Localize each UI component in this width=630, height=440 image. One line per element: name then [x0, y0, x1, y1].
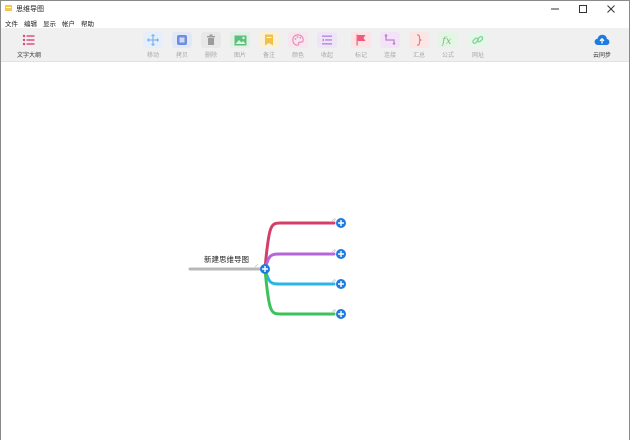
- outline-icon-wrap: [19, 32, 39, 48]
- move-icon: [147, 34, 159, 46]
- tool-collapse-label: 收起: [320, 52, 333, 59]
- close-icon: [607, 5, 615, 13]
- branch-handle-3: [330, 278, 336, 284]
- maximize-icon: [579, 5, 587, 13]
- image-icon: [234, 35, 246, 45]
- menu-bar: 文件 编辑 显示 帐户 帮助: [1, 17, 629, 28]
- minimize-button[interactable]: [541, 1, 569, 17]
- app-icon: [5, 5, 12, 11]
- cloud-sync-button[interactable]: 云同步: [589, 32, 615, 61]
- menu-file[interactable]: 文件: [5, 18, 18, 28]
- tool-image-label: 图片: [233, 52, 246, 59]
- list-icon: [22, 34, 35, 46]
- tool-image[interactable]: 图片: [227, 32, 253, 61]
- tool-delete-label: 删除: [204, 52, 217, 59]
- trash-icon: [207, 34, 215, 45]
- tool-note[interactable]: 备注: [256, 32, 282, 61]
- formula-icon: fx: [441, 36, 452, 46]
- tool-delete[interactable]: 删除: [198, 32, 224, 61]
- tool-summary[interactable]: 汇总: [406, 32, 432, 61]
- mindmap-canvas[interactable]: 新建思维导图: [1, 62, 629, 440]
- tool-color-label: 颜色: [291, 52, 304, 59]
- cloud-sync-label: 云同步: [592, 52, 611, 59]
- tool-formula[interactable]: fx 公式: [435, 32, 461, 61]
- menu-help[interactable]: 帮助: [81, 18, 94, 28]
- tool-mark[interactable]: 标记: [348, 32, 374, 61]
- branch-line-4: [263, 267, 336, 316]
- toolbar: 文字大纲 移动 拷贝 删除 图片 备注 颜色 收起 标记 连接 汇总 fx 公式…: [1, 28, 629, 62]
- tool-connect-label: 连接: [383, 52, 396, 59]
- root-expand-button[interactable]: [260, 264, 270, 274]
- menu-view[interactable]: 显示: [43, 18, 56, 28]
- brace-icon: [416, 34, 422, 46]
- collapse-icon: [322, 35, 332, 45]
- branch-handle-1: [330, 217, 336, 223]
- tool-note-label: 备注: [262, 52, 275, 59]
- root-handle: [254, 263, 259, 268]
- connect-icon: [384, 34, 396, 46]
- tool-url[interactable]: 网址: [465, 32, 491, 61]
- tool-url-label: 网址: [471, 52, 484, 59]
- maximize-button[interactable]: [569, 1, 597, 17]
- branch-line-3: [263, 267, 336, 286]
- copy-icon: [177, 35, 187, 45]
- tool-color[interactable]: 颜色: [285, 32, 311, 61]
- flag-icon: [356, 34, 366, 46]
- tool-connect[interactable]: 连接: [377, 32, 403, 61]
- tool-mark-label: 标记: [354, 52, 367, 59]
- branch-line-2: [263, 252, 336, 271]
- svg-text:fx: fx: [441, 36, 452, 46]
- outline-label: 文字大纲: [16, 52, 41, 59]
- tool-collapse[interactable]: 收起: [314, 32, 340, 61]
- tool-copy-label: 拷贝: [175, 52, 188, 59]
- branch-handle-4: [330, 308, 336, 314]
- outline-button[interactable]: 文字大纲: [16, 32, 42, 61]
- menu-account[interactable]: 帐户: [62, 18, 75, 28]
- title-bar: 思维导图: [1, 1, 629, 17]
- minimize-icon: [551, 8, 559, 10]
- cloud-upload-icon: [594, 34, 610, 45]
- app-window: 思维导图 文件 编辑 显示 帐户 帮助 文字大纲 移动 拷贝 删除 图片 备注 …: [0, 0, 630, 440]
- note-icon: [265, 34, 273, 46]
- add-child-button-2[interactable]: [336, 249, 346, 259]
- add-child-button-4[interactable]: [336, 309, 346, 319]
- menu-edit[interactable]: 编辑: [24, 18, 37, 28]
- tool-move[interactable]: 移动: [140, 32, 166, 61]
- add-child-button-1[interactable]: [336, 218, 346, 228]
- root-node-label[interactable]: 新建思维导图: [204, 254, 249, 265]
- tool-copy[interactable]: 拷贝: [169, 32, 195, 61]
- palette-icon: [292, 34, 304, 46]
- tool-formula-label: 公式: [441, 52, 454, 59]
- mindmap-svg: [188, 217, 346, 319]
- link-icon: [472, 35, 484, 44]
- branch-line-1: [263, 221, 336, 271]
- tool-move-label: 移动: [146, 52, 159, 59]
- branch-handle-2: [330, 248, 336, 254]
- close-button[interactable]: [597, 1, 625, 17]
- window-title: 思维导图: [16, 5, 44, 13]
- add-child-button-3[interactable]: [336, 279, 346, 289]
- tool-summary-label: 汇总: [412, 52, 425, 59]
